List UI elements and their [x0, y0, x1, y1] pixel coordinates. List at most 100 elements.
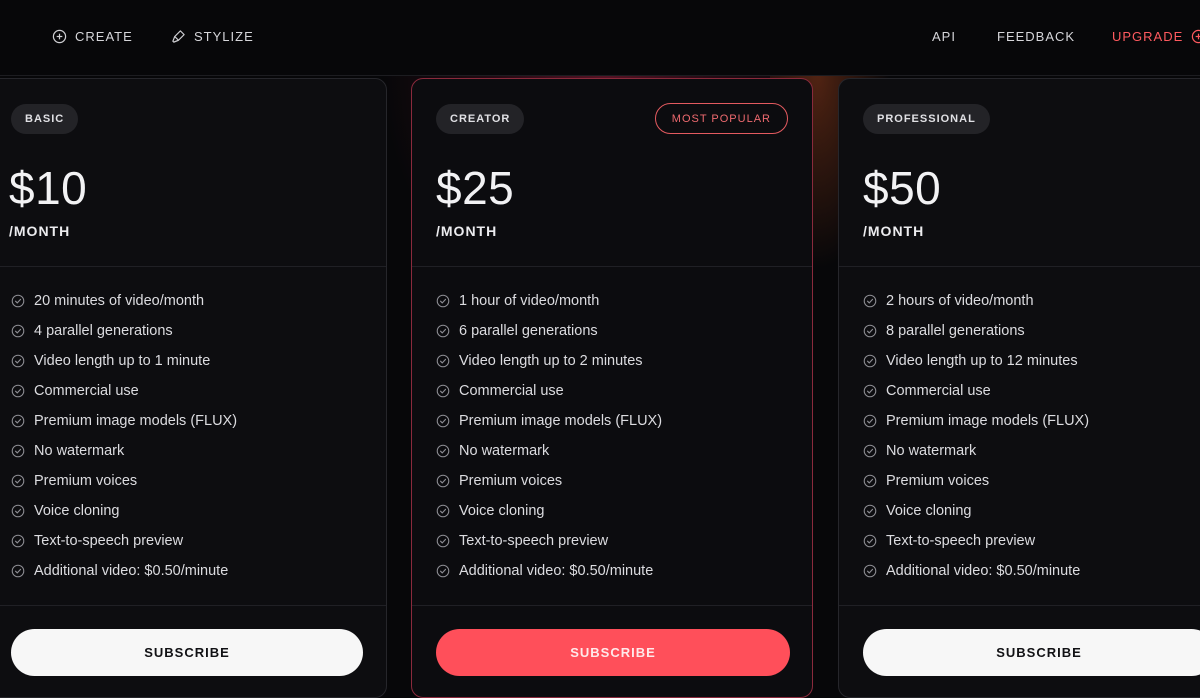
check-circle-icon — [863, 384, 877, 398]
feature-item: Premium image models (FLUX) — [436, 406, 662, 436]
feature-label: Premium voices — [459, 473, 563, 489]
feature-item: No watermark — [11, 436, 237, 466]
check-circle-icon — [11, 504, 25, 518]
check-circle-icon — [863, 504, 877, 518]
check-circle-icon — [863, 294, 877, 308]
feature-item: 6 parallel generations — [436, 316, 662, 346]
check-circle-icon — [11, 354, 25, 368]
divider — [0, 266, 386, 267]
feature-item: Video length up to 1 minute — [11, 346, 237, 376]
plan-price: $50 — [863, 162, 942, 214]
check-circle-icon — [436, 444, 450, 458]
feature-item: No watermark — [436, 436, 662, 466]
feature-item: 4 parallel generations — [11, 316, 237, 346]
check-circle-icon — [11, 294, 25, 308]
nav-feedback[interactable]: FEEDBACK — [997, 27, 1075, 45]
feature-item: Premium image models (FLUX) — [11, 406, 237, 436]
check-circle-icon — [436, 564, 450, 578]
feature-item: Premium voices — [11, 466, 237, 496]
nav-api-label: API — [932, 28, 956, 44]
feature-item: Text-to-speech preview — [436, 526, 662, 556]
check-circle-icon — [11, 324, 25, 338]
nav-upgrade-label: UPGRADE — [1112, 28, 1184, 44]
check-circle-icon — [436, 354, 450, 368]
tier-badge: BASIC — [11, 104, 79, 134]
brush-icon — [172, 29, 185, 43]
plan-period: /MONTH — [436, 223, 498, 239]
feature-item: Text-to-speech preview — [11, 526, 237, 556]
feature-item: Commercial use — [11, 376, 237, 406]
tier-badge: PROFESSIONAL — [863, 104, 990, 134]
check-circle-icon — [436, 414, 450, 428]
check-circle-icon — [436, 294, 450, 308]
feature-label: Additional video: $0.50/minute — [34, 563, 229, 579]
feature-label: 2 hours of video/month — [886, 293, 1034, 309]
feature-item: 1 hour of video/month — [436, 286, 662, 316]
feature-item: No watermark — [863, 436, 1089, 466]
feature-label: 4 parallel generations — [34, 323, 173, 339]
check-circle-icon — [436, 384, 450, 398]
feature-label: Voice cloning — [34, 503, 120, 519]
feature-label: Commercial use — [34, 383, 139, 399]
nav-stylize-label: STYLIZE — [194, 28, 254, 44]
divider — [412, 266, 812, 267]
feature-label: Additional video: $0.50/minute — [459, 563, 654, 579]
feature-label: 1 hour of video/month — [459, 293, 600, 309]
feature-label: Commercial use — [886, 383, 991, 399]
check-circle-icon — [11, 414, 25, 428]
feature-item: 20 minutes of video/month — [11, 286, 237, 316]
feature-label: Commercial use — [459, 383, 564, 399]
check-circle-icon — [863, 324, 877, 338]
feature-label: Text-to-speech preview — [886, 533, 1036, 549]
check-circle-icon — [863, 474, 877, 488]
feature-label: No watermark — [34, 443, 125, 459]
feature-label: Voice cloning — [459, 503, 545, 519]
divider — [839, 266, 1200, 267]
feature-item: Video length up to 12 minutes — [863, 346, 1089, 376]
feature-label: Premium voices — [886, 473, 990, 489]
feature-item: Voice cloning — [11, 496, 237, 526]
feature-item: Premium image models (FLUX) — [863, 406, 1089, 436]
feature-item: Additional video: $0.50/minute — [863, 556, 1089, 586]
check-circle-icon — [863, 354, 877, 368]
subscribe-button[interactable]: SUBSCRIBE — [11, 629, 363, 676]
feature-item: Premium voices — [436, 466, 662, 496]
plan-card-professional: PROFESSIONAL $50 /MONTH 2 hours of video… — [838, 78, 1200, 698]
subscribe-button[interactable]: SUBSCRIBE — [436, 629, 790, 676]
plus-circle-icon — [52, 29, 67, 43]
divider — [412, 605, 812, 606]
nav-create-label: CREATE — [75, 28, 133, 44]
feature-label: 8 parallel generations — [886, 323, 1025, 339]
feature-item: Video length up to 2 minutes — [436, 346, 662, 376]
feature-item: Additional video: $0.50/minute — [436, 556, 662, 586]
most-popular-badge: MOST POPULAR — [654, 103, 788, 134]
check-circle-icon — [11, 444, 25, 458]
feature-item: 2 hours of video/month — [863, 286, 1089, 316]
check-circle-icon — [863, 414, 877, 428]
feature-label: Voice cloning — [886, 503, 972, 519]
plan-card-creator: CREATOR MOST POPULAR $25 /MONTH 1 hour o… — [411, 78, 813, 698]
feature-label: Premium image models (FLUX) — [34, 413, 238, 429]
nav-api[interactable]: API — [932, 27, 956, 45]
nav-upgrade[interactable]: UPGRADE — [1112, 27, 1200, 45]
top-navigation: CREATE STYLIZE API FEEDBACK UPGRADE — [0, 0, 1200, 76]
nav-stylize[interactable]: STYLIZE — [171, 27, 254, 45]
nav-create[interactable]: CREATE — [52, 27, 133, 45]
check-circle-icon — [863, 564, 877, 578]
divider — [0, 605, 386, 606]
check-circle-icon — [436, 504, 450, 518]
feature-item: Commercial use — [436, 376, 662, 406]
feature-item: Text-to-speech preview — [863, 526, 1089, 556]
feature-list: 20 minutes of video/month 4 parallel gene… — [11, 286, 237, 586]
feature-label: No watermark — [886, 443, 977, 459]
check-circle-icon — [11, 384, 25, 398]
feature-label: Additional video: $0.50/minute — [886, 563, 1081, 579]
subscribe-button[interactable]: SUBSCRIBE — [863, 629, 1200, 676]
feature-label: 20 minutes of video/month — [34, 293, 205, 309]
tier-badge: CREATOR — [436, 104, 525, 134]
feature-label: Text-to-speech preview — [459, 533, 609, 549]
check-circle-icon — [863, 444, 877, 458]
feature-label: No watermark — [459, 443, 550, 459]
check-circle-icon — [863, 534, 877, 548]
check-circle-icon — [11, 474, 25, 488]
